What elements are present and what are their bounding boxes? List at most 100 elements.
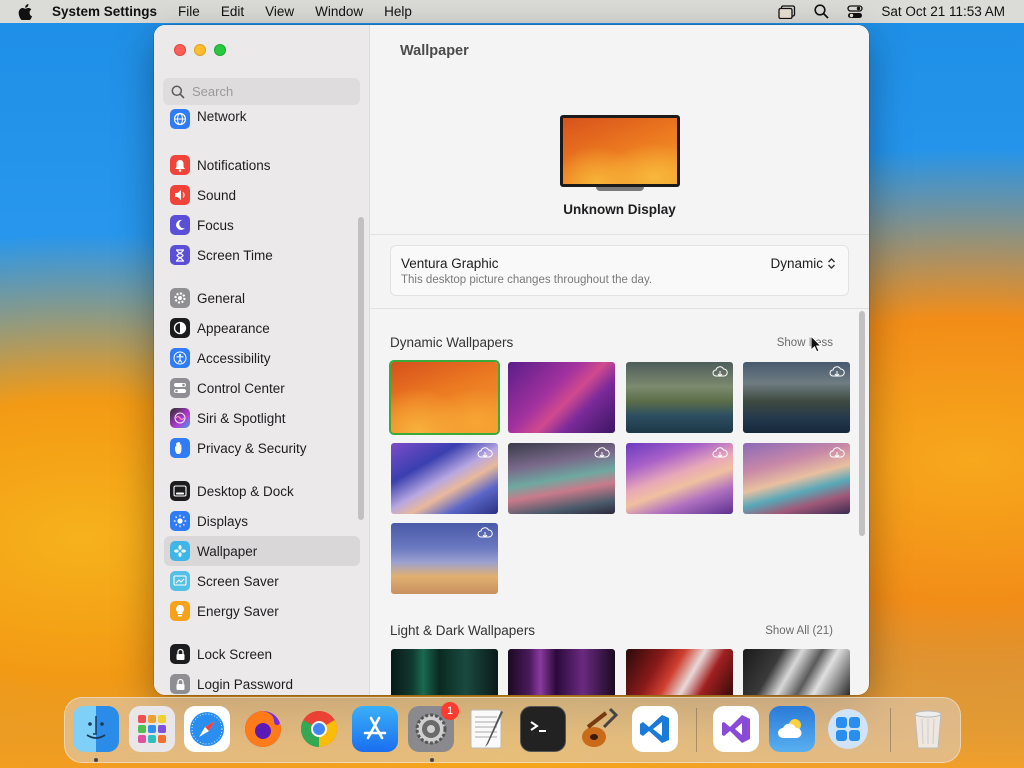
divider	[370, 308, 869, 309]
download-cloud-icon[interactable]	[712, 366, 728, 378]
stage-manager-icon[interactable]	[778, 4, 796, 19]
visual-studio-icon[interactable]	[713, 706, 759, 752]
sidebar-item-accessibility[interactable]: Accessibility	[164, 343, 360, 373]
sidebar-item-label: Privacy & Security	[197, 440, 307, 456]
sidebar-item-privacy-security[interactable]: Privacy & Security	[164, 433, 360, 463]
sidebar-item-network[interactable]: Network	[164, 109, 360, 133]
show-all-button[interactable]: Show All (21)	[765, 625, 833, 637]
main-content: Wallpaper Unknown Display Ventura Graphi…	[370, 25, 869, 695]
menu-bar: System Settings File Edit View Window He…	[0, 0, 1024, 23]
terminal-icon[interactable]	[520, 706, 566, 752]
textedit-icon[interactable]	[464, 706, 510, 752]
sidebar-item-lock-screen[interactable]: Lock Screen	[164, 639, 360, 669]
sidebar-item-label: Wallpaper	[197, 543, 258, 559]
weather-icon[interactable]	[769, 706, 815, 752]
sidebar-item-general[interactable]: General	[164, 283, 360, 313]
sidebar-item-displays[interactable]: Displays	[164, 506, 360, 536]
sidebar-item-siri-spotlight[interactable]: Siri & Spotlight	[164, 403, 360, 433]
download-cloud-icon[interactable]	[712, 447, 728, 459]
apple-menu-icon[interactable]	[18, 3, 34, 20]
wallpaper-thumb-big-sur-coastline[interactable]	[508, 443, 615, 514]
sidebar-item-energy-saver[interactable]: Energy Saver	[164, 596, 360, 626]
main-scrollbar[interactable]	[859, 311, 865, 536]
display-name: Unknown Display	[563, 202, 676, 217]
sidebar-item-screen-time[interactable]: Screen Time	[164, 240, 360, 270]
menu-view[interactable]: View	[265, 4, 294, 19]
spotlight-search-icon[interactable]	[814, 4, 830, 19]
sidebar-item-screen-saver[interactable]: Screen Saver	[164, 566, 360, 596]
hourglass-icon	[170, 245, 190, 265]
system-settings-dock-icon[interactable]: 1	[408, 702, 459, 752]
sidebar-item-focus[interactable]: Focus	[164, 210, 360, 240]
menu-window[interactable]: Window	[315, 4, 363, 19]
menu-help[interactable]: Help	[384, 4, 412, 19]
wallpaper-thumb-ventura-graphic[interactable]	[389, 360, 500, 435]
chrome-icon[interactable]	[296, 706, 342, 752]
sidebar-item-appearance[interactable]: Appearance	[164, 313, 360, 343]
menu-clock[interactable]: Sat Oct 21 11:53 AM	[881, 4, 1005, 19]
download-cloud-icon[interactable]	[594, 447, 610, 459]
wallpaper-name: Ventura Graphic	[401, 256, 499, 271]
instruments-icon[interactable]	[576, 706, 622, 752]
sidebar-item-desktop-dock[interactable]: Desktop & Dock	[164, 476, 360, 506]
lock-icon	[170, 644, 190, 664]
light-dark-wallpapers-heading: Light & Dark Wallpapers	[390, 623, 536, 638]
control-center-icon[interactable]	[847, 4, 864, 19]
minimize-button[interactable]	[194, 44, 206, 56]
page-title: Wallpaper	[400, 43, 469, 59]
wallpaper-thumb-big-sur-color[interactable]	[391, 523, 498, 594]
wallpaper-thumb-catalina-island[interactable]	[743, 362, 850, 433]
siri-icon	[170, 408, 190, 428]
wallpaper-thumb-macos-graphite[interactable]	[743, 649, 850, 695]
search-field[interactable]: Search	[163, 78, 360, 105]
sidebar-scrollbar[interactable]	[358, 217, 364, 520]
sidebar-item-wallpaper[interactable]: Wallpaper	[164, 536, 360, 566]
sidebar-item-sound[interactable]: Sound	[164, 180, 360, 210]
download-cloud-icon[interactable]	[829, 366, 845, 378]
menu-file[interactable]: File	[178, 4, 200, 19]
sidebar-item-label: Sound	[197, 187, 237, 203]
sidebar-item-label: Focus	[197, 217, 234, 233]
wallpaper-description: This desktop picture changes throughout …	[401, 274, 653, 286]
appearance-icon	[170, 318, 190, 338]
close-button[interactable]	[174, 44, 186, 56]
dock: 1	[64, 697, 961, 763]
sidebar-item-notifications[interactable]: Notifications	[164, 150, 360, 180]
download-cloud-icon[interactable]	[477, 527, 493, 539]
launchpad-icon[interactable]	[129, 706, 175, 752]
safari-icon[interactable]	[184, 706, 230, 752]
menu-edit[interactable]: Edit	[221, 4, 244, 19]
wallpaper-thumb-macbook-green[interactable]	[391, 649, 498, 695]
globe-icon	[170, 109, 190, 129]
gear-icon	[170, 288, 190, 308]
wallpaper-thumb-big-sur-road[interactable]	[626, 443, 733, 514]
wallpaper-thumb-catalina[interactable]	[626, 362, 733, 433]
firefox-icon[interactable]	[240, 706, 286, 752]
sidebar-item-control-center[interactable]: Control Center	[164, 373, 360, 403]
zoom-button[interactable]	[214, 44, 226, 56]
download-cloud-icon[interactable]	[829, 447, 845, 459]
trash-icon[interactable]	[905, 706, 951, 752]
sidebar-item-login-password[interactable]: Login Password	[164, 669, 360, 695]
wallpaper-thumb-macos-red[interactable]	[626, 649, 733, 695]
finder-icon[interactable]	[73, 706, 119, 752]
microsoft-365-icon[interactable]	[825, 706, 871, 752]
wallpaper-thumb-monterey[interactable]	[508, 362, 615, 433]
vscode-icon[interactable]	[632, 706, 678, 752]
wallpaper-thumb-big-sur-mountains[interactable]	[391, 443, 498, 514]
wallpaper-thumb-big-sur-beach[interactable]	[743, 443, 850, 514]
show-less-button[interactable]: Show Less	[777, 337, 833, 349]
sidebar-item-label: Lock Screen	[197, 646, 273, 662]
hand-icon	[170, 438, 190, 458]
app-name-menu[interactable]: System Settings	[52, 4, 157, 19]
app-store-icon[interactable]	[352, 706, 398, 752]
bell-icon	[170, 155, 190, 175]
sidebar-item-label: Displays	[197, 513, 249, 529]
dock-separator	[890, 708, 891, 752]
wallpaper-mode-popup[interactable]: Dynamic	[770, 256, 836, 271]
wallpaper-thumb-macbook-purple[interactable]	[508, 649, 615, 695]
sidebar-item-label: Screen Saver	[197, 573, 279, 589]
download-cloud-icon[interactable]	[477, 447, 493, 459]
mouse-pointer-icon	[810, 335, 822, 353]
current-wallpaper-preview	[563, 118, 677, 184]
